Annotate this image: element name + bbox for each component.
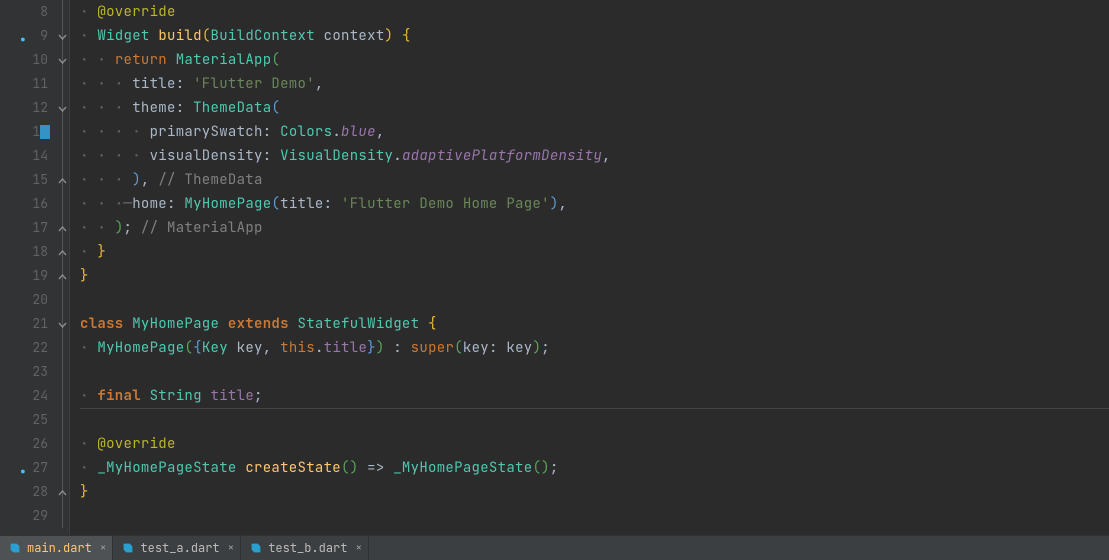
line-number: 15 [0,168,56,192]
code-line [80,408,1109,432]
code-line: · · · · visualDensity: VisualDensity.ada… [80,144,1109,168]
tab-label: test_b.dart [268,540,347,556]
code-line: · MyHomePage({Key key, this.title}) : su… [80,336,1109,360]
line-number: 28 [0,480,56,504]
line-number: 20 [0,288,56,312]
flutter-run-icon[interactable] [16,31,26,41]
dart-file-icon [249,541,263,555]
breakpoint-marker[interactable] [40,125,50,139]
line-number: 18 [0,240,56,264]
code-line: · _MyHomePageState createState() => _MyH… [80,456,1109,480]
tab-main-dart[interactable]: main.dart × [0,536,113,560]
fold-gutter [56,0,70,535]
line-number: 26 [0,432,56,456]
line-number: 11 [0,72,56,96]
code-line: } [80,480,1109,504]
fold-up-icon[interactable] [57,174,68,185]
line-number: 17 [0,216,56,240]
dart-file-icon [121,541,135,555]
dart-file-icon [8,541,22,555]
line-number: 27 [0,456,56,480]
tab-label: main.dart [27,540,92,556]
code-line: · · · title: 'Flutter Demo', [80,72,1109,96]
line-number: 25 [0,408,56,432]
line-number: 10 [0,48,56,72]
fold-up-icon[interactable] [57,270,68,281]
code-line [80,288,1109,312]
fold-up-icon[interactable] [57,246,68,257]
code-line: } [80,264,1109,288]
code-line: · @override [80,0,1109,24]
fold-up-icon[interactable] [57,486,68,497]
tab-close-icon[interactable]: × [355,541,362,555]
code-line: · @override [80,432,1109,456]
tab-test-a-dart[interactable]: test_a.dart × [113,536,241,560]
line-number: 29 [0,504,56,528]
code-line: · } [80,240,1109,264]
code-line: · · ·─home: MyHomePage(title: 'Flutter D… [80,192,1109,216]
line-number: 8 [0,0,56,24]
line-number: 12 [0,96,56,120]
line-number: 19 [0,264,56,288]
line-number: 21 [0,312,56,336]
line-number: 23 [0,360,56,384]
code-line: class MyHomePage extends StatefulWidget … [80,312,1109,336]
line-number: 9 [0,24,56,48]
fold-up-icon[interactable] [57,222,68,233]
line-number: 22 [0,336,56,360]
line-number: 16 [0,192,56,216]
line-number: 14 [0,144,56,168]
flutter-run-icon[interactable] [16,463,26,473]
code-line [80,504,1109,528]
tab-label: test_a.dart [140,540,219,556]
line-number: 24 [0,384,56,408]
fold-toggle-icon[interactable] [57,30,68,41]
code-line: · · return MaterialApp( [80,48,1109,72]
code-line [80,360,1109,384]
editor-tabbar: main.dart × test_a.dart × test_b.dart × [0,535,1109,560]
code-line: · · ); // MaterialApp [80,216,1109,240]
code-line: · Widget build(BuildContext context) { [80,24,1109,48]
code-content[interactable]: · @override · Widget build(BuildContext … [70,0,1109,535]
tab-test-b-dart[interactable]: test_b.dart × [241,536,369,560]
code-line: · · · · primarySwatch: Colors.blue, [80,120,1109,144]
line-number-gutter: 8 9 10 11 12 13 14 15 16 17 18 19 20 21 … [0,0,56,535]
code-line: · final String title; [80,384,1109,408]
fold-toggle-icon[interactable] [57,102,68,113]
code-line: · · · theme: ThemeData( [80,96,1109,120]
fold-toggle-icon[interactable] [57,318,68,329]
tab-close-icon[interactable]: × [228,541,235,555]
code-line: · · · ), // ThemeData [80,168,1109,192]
fold-toggle-icon[interactable] [57,54,68,65]
code-editor[interactable]: 8 9 10 11 12 13 14 15 16 17 18 19 20 21 … [0,0,1109,535]
tab-close-icon[interactable]: × [100,541,107,555]
